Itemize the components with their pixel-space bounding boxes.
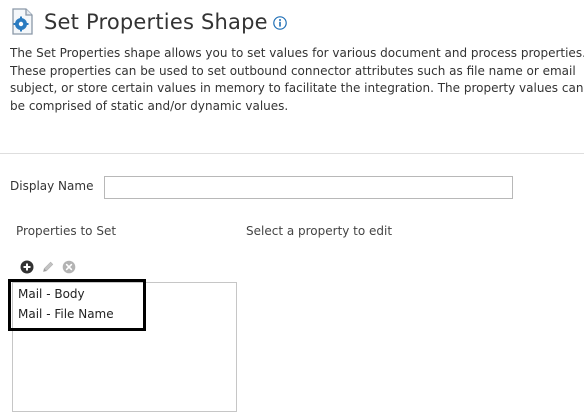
description-line: These properties can be used to set outb… [10, 63, 576, 78]
description-line: be comprised of static and/or dynamic va… [10, 98, 289, 113]
list-item[interactable]: Mail - File Name [18, 307, 114, 321]
edit-icon[interactable] [41, 259, 55, 273]
select-property-hint: Select a property to edit [246, 224, 393, 238]
section-divider [0, 153, 584, 154]
properties-list[interactable] [12, 282, 237, 412]
properties-toolbar [20, 259, 83, 274]
document-settings-icon [10, 8, 36, 36]
description-line: subject, or store certain values in memo… [10, 81, 584, 95]
properties-to-set-label: Properties to Set [16, 224, 117, 238]
display-name-label: Display Name [10, 179, 94, 193]
add-icon[interactable] [20, 259, 34, 274]
page-header: Set Properties Shape [10, 5, 287, 39]
display-name-input[interactable] [104, 176, 513, 199]
description-line: The Set Properties shape allows you to s… [10, 46, 584, 60]
list-item[interactable]: Mail - Body [18, 287, 85, 301]
shape-description: The Set Properties shape allows you to s… [10, 45, 584, 115]
page-title: Set Properties Shape [44, 10, 268, 34]
delete-icon[interactable] [62, 259, 76, 274]
info-icon[interactable] [272, 15, 287, 30]
